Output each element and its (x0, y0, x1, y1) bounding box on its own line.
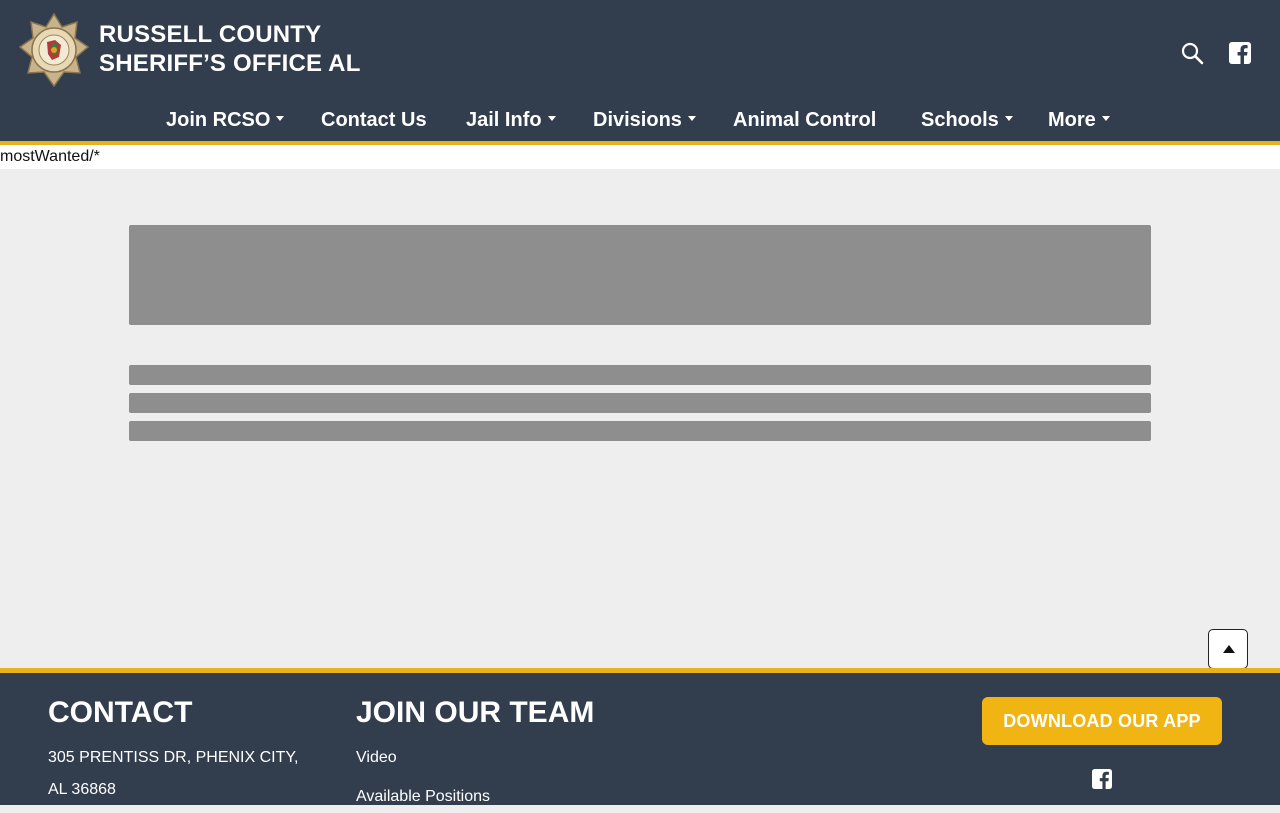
search-icon[interactable] (1180, 41, 1204, 65)
back-to-top-button[interactable] (1208, 629, 1248, 669)
nav-animal-control-label: Animal Control (733, 109, 877, 131)
arrow-up-icon (1223, 645, 1235, 653)
facebook-icon[interactable] (1092, 769, 1112, 789)
join-heading: JOIN OUR TEAM (356, 696, 595, 729)
site-title-line2: SHERIFF’S OFFICE AL (99, 50, 361, 77)
site-title[interactable]: RUSSELL COUNTY SHERIFF’S OFFICE AL (99, 20, 361, 78)
sheriff-star-icon (18, 12, 90, 88)
site-footer: CONTACT 305 PRENTISS DR, PHENIX CITY, AL… (0, 668, 1280, 805)
site-header: RUSSELL COUNTY SHERIFF’S OFFICE AL Join … (0, 0, 1280, 145)
nav-jail-info[interactable]: Jail Info (466, 104, 556, 136)
loading-placeholder-line (129, 393, 1151, 413)
chevron-down-icon (547, 116, 556, 122)
chevron-down-icon (1101, 116, 1110, 122)
facebook-icon[interactable] (1229, 42, 1251, 64)
address-line1: 305 PRENTISS DR, PHENIX CITY, (48, 749, 299, 766)
nav-join-rcso-label: Join RCSO (166, 109, 271, 131)
chevron-down-icon (687, 116, 696, 122)
loading-placeholder-block (129, 225, 1151, 325)
contact-heading: CONTACT (48, 696, 193, 729)
loading-placeholder-line (129, 421, 1151, 441)
join-link-available-positions[interactable]: Available Positions (356, 781, 490, 813)
nav-jail-info-label: Jail Info (466, 109, 542, 131)
nav-join-rcso[interactable]: Join RCSO (166, 104, 285, 136)
site-title-line1: RUSSELL COUNTY (99, 21, 322, 48)
nav-more-label: More (1048, 109, 1096, 131)
nav-animal-control[interactable]: Animal Control (733, 104, 876, 136)
main-nav: Join RCSO Contact Us Jail Info Divisions… (0, 104, 1280, 136)
loading-placeholder-line (129, 365, 1151, 385)
nav-contact-us[interactable]: Contact Us (321, 104, 427, 136)
sheriff-badge-logo[interactable] (18, 12, 90, 88)
chevron-down-icon (1004, 116, 1013, 122)
nav-schools[interactable]: Schools (921, 104, 1013, 136)
nav-more[interactable]: More (1048, 104, 1110, 136)
download-app-button[interactable]: DOWNLOAD OUR APP (982, 697, 1222, 745)
join-link-video[interactable]: Video (356, 742, 397, 774)
chevron-down-icon (276, 116, 285, 122)
nav-contact-us-label: Contact Us (321, 109, 427, 131)
nav-divisions-label: Divisions (593, 109, 682, 131)
address-line2: AL 36868 (48, 781, 116, 798)
nav-divisions[interactable]: Divisions (593, 104, 696, 136)
path-strip: mostWanted/* (0, 145, 1280, 169)
nav-schools-label: Schools (921, 109, 999, 131)
route-text: mostWanted/* (0, 148, 100, 165)
